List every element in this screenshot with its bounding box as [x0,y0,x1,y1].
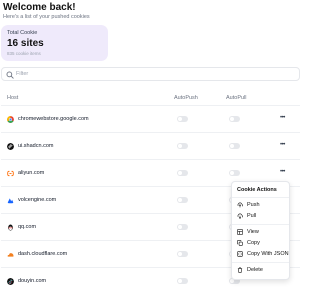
shadcn-icon [7,143,14,150]
menu-item-delete[interactable]: Delete [235,265,288,276]
row-host: douyin.com [18,278,47,284]
volcengine-icon [7,198,14,204]
menu-item-copy[interactable]: Copy [235,238,288,249]
row-host: qq.com [18,224,37,230]
autopush-toggle[interactable] [177,197,188,203]
chrome-icon [7,116,14,123]
column-header-autopull[interactable]: AutoPull [226,95,247,101]
cloudflare-icon [7,253,14,257]
autopush-toggle[interactable] [177,170,188,176]
upload-icon [237,202,243,208]
search-icon [6,71,14,79]
stat-note: 835 cookie items [7,51,41,56]
menu-item-view[interactable]: View [235,227,288,238]
menu-divider [232,262,289,263]
page-subtitle: Here's a list of your pushed cookies [3,14,90,20]
column-header-host[interactable]: Host [7,95,18,101]
cookie-actions-menu: Cookie Actions Push Pull View Copy Copy … [231,181,290,280]
autopush-toggle[interactable] [177,278,188,284]
autopush-toggle[interactable] [177,116,188,122]
stat-label: Total Cookie [7,30,38,36]
autopull-toggle[interactable] [229,116,240,122]
menu-divider [232,224,289,225]
column-header-autopush[interactable]: AutoPush [174,95,198,101]
menu-item-label: Delete [247,267,263,273]
menu-divider [232,197,289,198]
row-host: ui.shadcn.com [18,143,54,149]
trash-icon [237,267,243,273]
menu-item-label: Pull [247,213,257,219]
page-title: Welcome back! [3,2,76,13]
table-icon [237,229,243,235]
autopush-toggle[interactable] [177,251,188,257]
filter-box[interactable] [1,67,300,81]
menu-item-copy-json[interactable]: Copy With JSON [235,249,289,260]
filter-input[interactable] [16,69,286,79]
table-row[interactable]: ui.shadcn.com ••• [1,133,300,160]
total-cookie-card: Total Cookie 16 sites 835 cookie items [1,25,108,61]
row-host: aliyun.com [18,170,45,176]
autopull-toggle[interactable] [229,170,240,176]
copy-icon [237,240,243,246]
aliyun-icon [7,170,14,177]
more-actions-icon[interactable]: ••• [280,169,285,175]
douyin-icon [7,278,14,285]
table-row[interactable]: chromewebstore.google.com ••• [1,106,300,133]
qq-icon [8,224,13,231]
more-actions-icon[interactable]: ••• [280,142,285,148]
menu-item-pull[interactable]: Pull [235,211,288,222]
stat-value: 16 sites [7,38,44,49]
more-actions-icon[interactable]: ••• [280,115,285,121]
autopull-toggle[interactable] [229,143,240,149]
menu-item-label: Copy With JSON [247,251,289,257]
download-icon [237,213,243,219]
row-host: chromewebstore.google.com [18,116,89,122]
row-host: dash.cloudflare.com [18,251,68,257]
menu-item-push[interactable]: Push [235,200,288,211]
menu-title: Cookie Actions [237,187,277,193]
row-host: volcengine.com [18,197,57,203]
autopush-toggle[interactable] [177,224,188,230]
menu-item-label: View [247,229,259,235]
menu-item-label: Copy [247,240,260,246]
json-icon [237,251,243,257]
menu-item-label: Push [247,202,260,208]
autopush-toggle[interactable] [177,143,188,149]
